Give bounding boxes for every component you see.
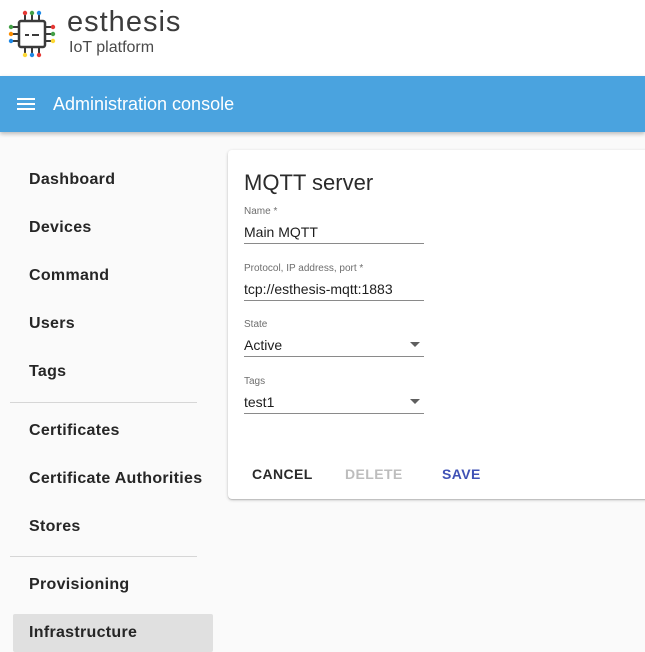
state-label: State xyxy=(244,319,268,330)
sidebar-nav: Dashboard Devices Command Users Tags Cer… xyxy=(0,132,222,652)
tags-label: Tags xyxy=(244,376,266,387)
hamburger-menu-icon[interactable] xyxy=(14,92,38,116)
tags-selected-value: test1 xyxy=(244,394,275,410)
brand-header: esthesis IoT platform xyxy=(0,0,645,76)
address-input[interactable]: tcp://esthesis-mqtt:1883 xyxy=(244,277,424,301)
sidebar-item-tags[interactable]: Tags xyxy=(13,353,213,391)
sidebar-item-stores[interactable]: Stores xyxy=(13,508,213,546)
name-input[interactable]: Main MQTT xyxy=(244,220,424,244)
brand-subtitle: IoT platform xyxy=(69,39,155,56)
sidebar-item-dashboard[interactable]: Dashboard xyxy=(13,161,213,199)
brand-name: esthesis xyxy=(67,6,182,38)
sidebar-item-devices[interactable]: Devices xyxy=(13,209,213,247)
sidebar-divider xyxy=(10,556,197,557)
card-title: MQTT server xyxy=(244,170,374,195)
mqtt-server-card: MQTT server Name * Main MQTT Protocol, I… xyxy=(228,150,645,499)
name-label: Name * xyxy=(244,206,278,217)
sidebar-item-command[interactable]: Command xyxy=(13,257,213,295)
chevron-down-icon xyxy=(410,342,420,347)
sidebar-item-provisioning[interactable]: Provisioning xyxy=(13,566,213,604)
sidebar-item-users[interactable]: Users xyxy=(13,305,213,343)
top-toolbar: Administration console xyxy=(0,76,645,132)
address-field: Protocol, IP address, port * tcp://esthe… xyxy=(244,263,424,301)
sidebar-divider xyxy=(10,402,197,403)
sidebar-item-certificate-authorities[interactable]: Certificate Authorities xyxy=(13,460,213,498)
toolbar-title: Administration console xyxy=(53,94,235,114)
state-field: State Active xyxy=(244,319,424,357)
sidebar-item-certificates[interactable]: Certificates xyxy=(13,412,213,450)
chip-icon xyxy=(8,10,56,58)
delete-button[interactable]: DELETE xyxy=(345,460,403,488)
tags-field: Tags test1 xyxy=(244,376,424,414)
cancel-button[interactable]: CANCEL xyxy=(252,460,313,488)
address-label: Protocol, IP address, port * xyxy=(244,263,364,274)
save-button[interactable]: SAVE xyxy=(442,460,481,488)
chevron-down-icon xyxy=(410,399,420,404)
state-selected-value: Active xyxy=(244,337,283,353)
state-select[interactable]: Active xyxy=(244,333,424,357)
sidebar-item-infrastructure[interactable]: Infrastructure xyxy=(13,614,213,652)
name-field: Name * Main MQTT xyxy=(244,206,424,244)
tags-select[interactable]: test1 xyxy=(244,390,424,414)
